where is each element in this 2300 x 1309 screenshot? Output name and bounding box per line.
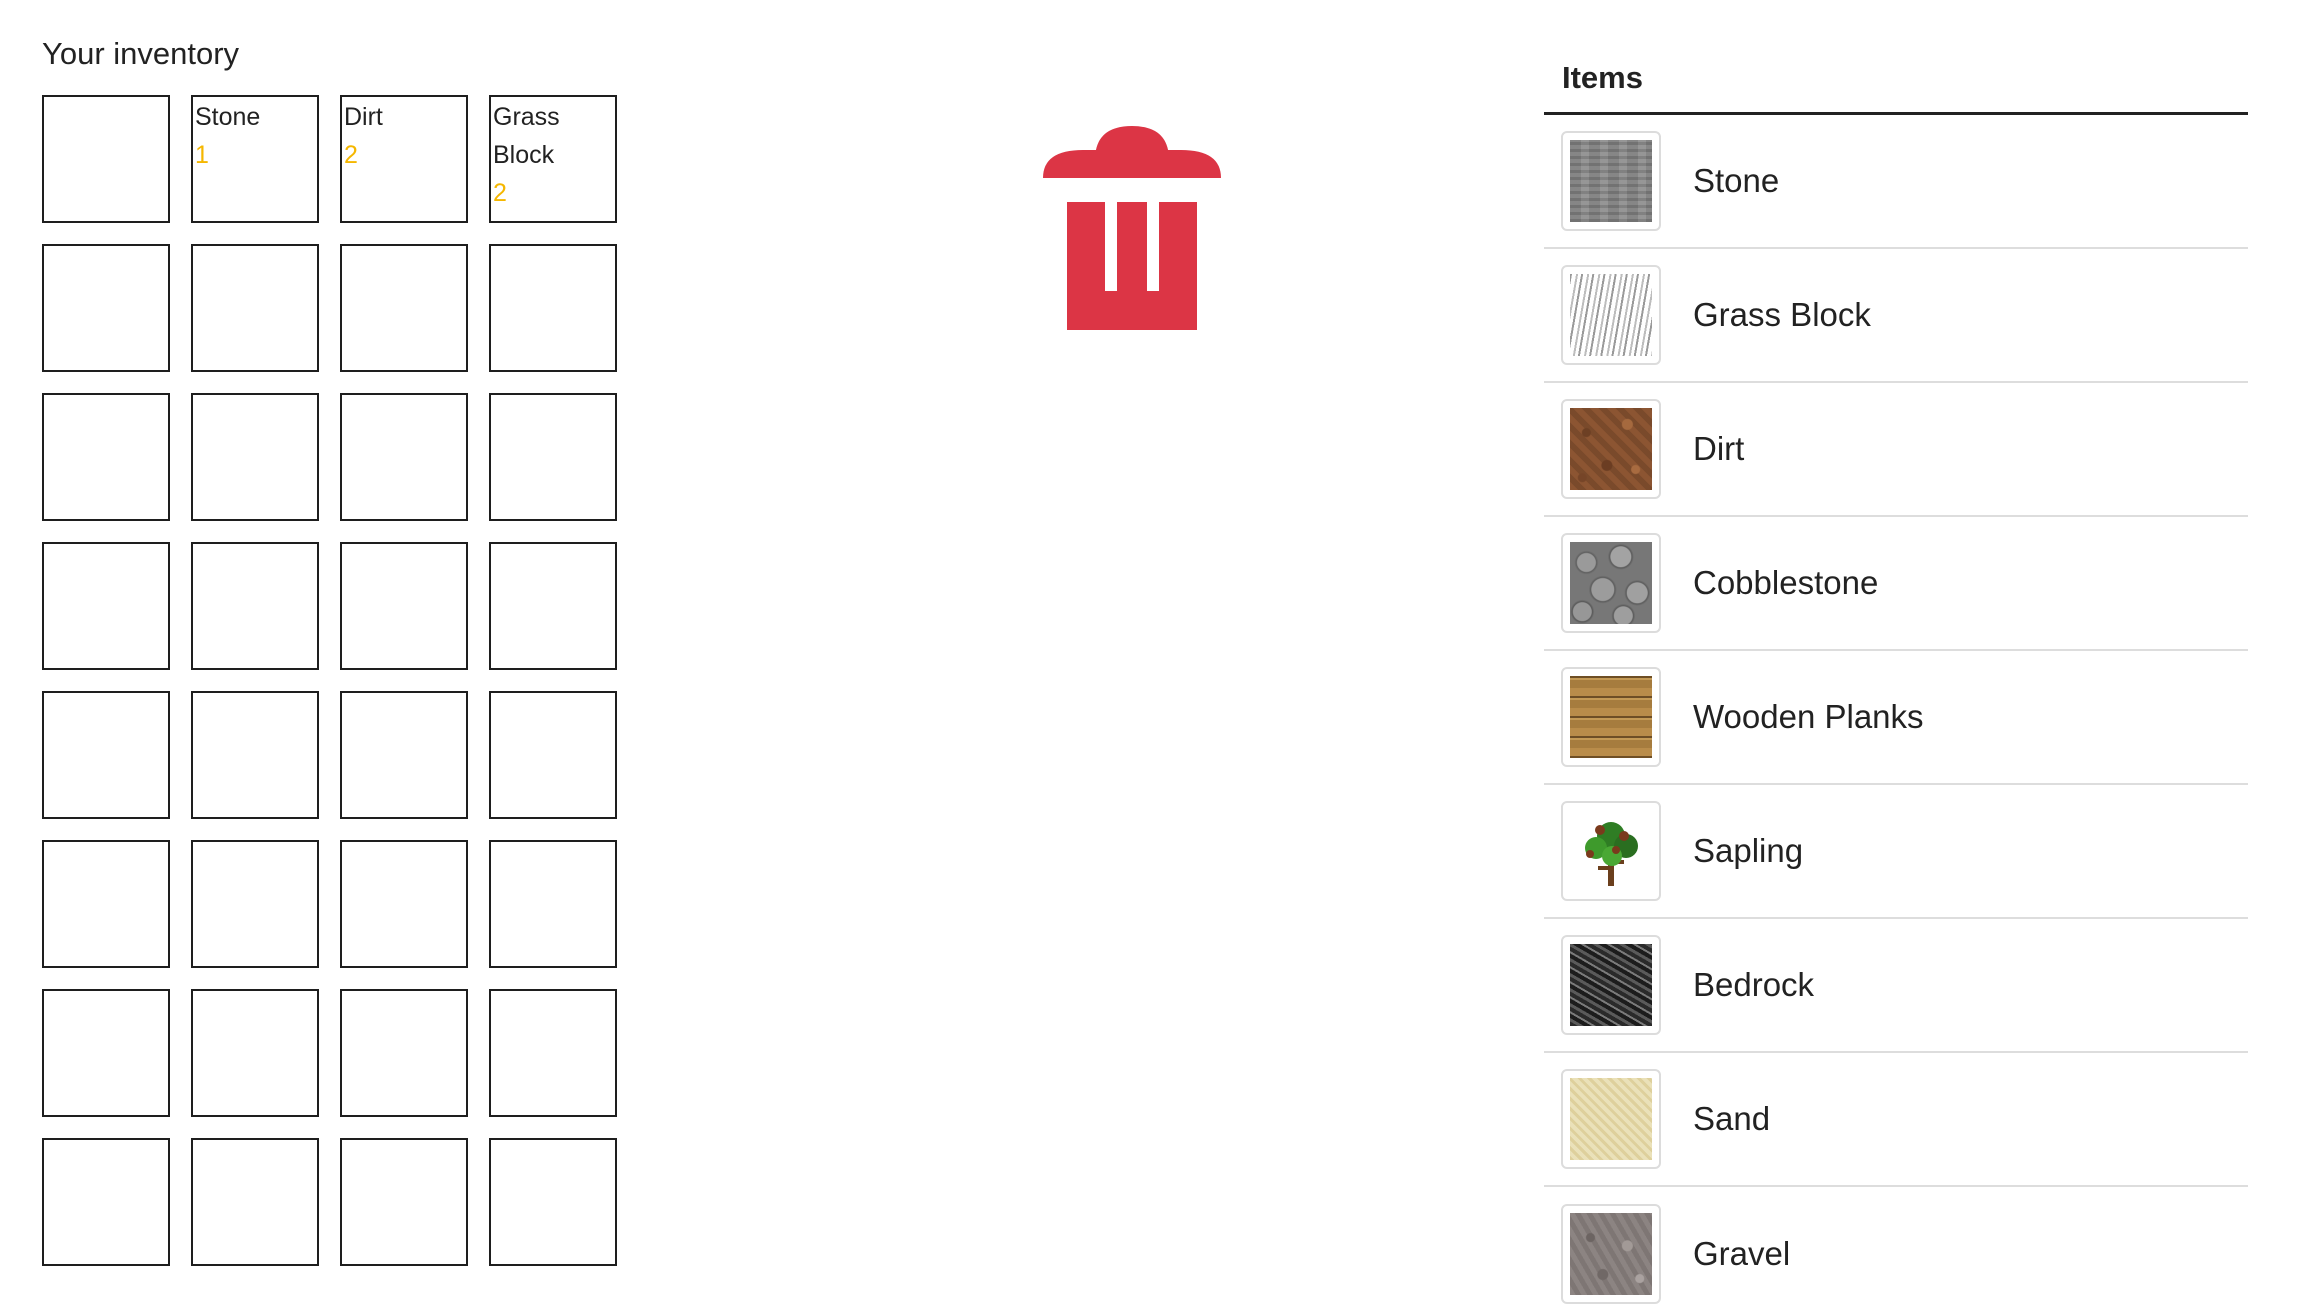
inventory-slot[interactable] bbox=[340, 542, 468, 670]
item-label: Bedrock bbox=[1693, 966, 1815, 1003]
item-label: Sapling bbox=[1693, 832, 1804, 869]
inventory-slot[interactable]: Stone 1 bbox=[191, 95, 319, 223]
item-thumbnail bbox=[1561, 131, 1661, 231]
item-row-gravel[interactable]: Gravel bbox=[1544, 1187, 2248, 1309]
sand-texture-icon bbox=[1570, 1078, 1652, 1160]
inventory-slot[interactable] bbox=[340, 989, 468, 1117]
inventory-grid: Stone 1 Dirt 2 Grass Block 2 bbox=[42, 95, 617, 1266]
dirt-texture-icon bbox=[1570, 408, 1652, 490]
inventory-slot[interactable] bbox=[489, 1138, 617, 1266]
item-row-cobblestone[interactable]: Cobblestone bbox=[1544, 517, 2248, 651]
inventory-slot[interactable] bbox=[489, 840, 617, 968]
inventory-slot[interactable] bbox=[42, 1138, 170, 1266]
inventory-slot[interactable] bbox=[42, 989, 170, 1117]
inventory-slot[interactable] bbox=[191, 989, 319, 1117]
inventory-slot[interactable] bbox=[489, 691, 617, 819]
item-row-dirt[interactable]: Dirt bbox=[1544, 383, 2248, 517]
slot-item-count: 2 bbox=[344, 141, 358, 169]
cobblestone-texture-icon bbox=[1570, 542, 1652, 624]
item-label: Cobblestone bbox=[1693, 564, 1879, 601]
sapling-icon bbox=[1585, 822, 1638, 886]
item-row-sand[interactable]: Sand bbox=[1544, 1053, 2248, 1187]
inventory-slot[interactable] bbox=[191, 244, 319, 372]
item-row-wooden-planks[interactable]: Wooden Planks bbox=[1544, 651, 2248, 785]
item-thumbnail bbox=[1561, 1204, 1661, 1304]
items-header: Items bbox=[1544, 40, 2248, 115]
trash-icon bbox=[1043, 126, 1221, 330]
inventory-slot[interactable] bbox=[42, 244, 170, 372]
item-thumbnail bbox=[1561, 399, 1661, 499]
item-thumbnail bbox=[1561, 265, 1661, 365]
item-label: Dirt bbox=[1693, 430, 1745, 467]
trash-button[interactable] bbox=[1043, 126, 1221, 330]
bedrock-texture-icon bbox=[1570, 944, 1652, 1026]
slot-item-name: Stone bbox=[195, 103, 261, 131]
item-row-grass-block[interactable]: Grass Block bbox=[1544, 249, 2248, 383]
inventory-slot[interactable] bbox=[340, 244, 468, 372]
inventory-slot[interactable] bbox=[340, 691, 468, 819]
slot-item-count: 2 bbox=[493, 179, 507, 207]
grass-block-texture-icon bbox=[1570, 274, 1652, 356]
wooden-planks-texture-icon bbox=[1570, 676, 1652, 758]
inventory-slot[interactable] bbox=[42, 393, 170, 521]
inventory-slot[interactable] bbox=[191, 691, 319, 819]
item-label: Wooden Planks bbox=[1693, 698, 1924, 735]
inventory-slot[interactable] bbox=[489, 542, 617, 670]
item-thumbnail bbox=[1561, 533, 1661, 633]
inventory-slot[interactable] bbox=[340, 393, 468, 521]
item-thumbnail bbox=[1561, 801, 1661, 901]
inventory-title: Your inventory bbox=[42, 36, 240, 71]
slot-item-name: Dirt bbox=[344, 103, 383, 131]
inventory-slot[interactable] bbox=[42, 840, 170, 968]
slot-item-name: Grass Block bbox=[493, 103, 560, 169]
inventory-slot[interactable] bbox=[191, 542, 319, 670]
inventory-slot[interactable] bbox=[42, 542, 170, 670]
item-thumbnail bbox=[1561, 1069, 1661, 1169]
inventory-slot[interactable] bbox=[191, 393, 319, 521]
gravel-texture-icon bbox=[1570, 1213, 1652, 1295]
inventory-slot[interactable] bbox=[489, 989, 617, 1117]
inventory-slot[interactable] bbox=[191, 840, 319, 968]
inventory-slot[interactable] bbox=[191, 1138, 319, 1266]
item-label: Stone bbox=[1693, 162, 1780, 199]
item-thumbnail bbox=[1561, 935, 1661, 1035]
slot-item-count: 1 bbox=[195, 141, 209, 169]
item-row-sapling[interactable]: Sapling bbox=[1544, 785, 2248, 919]
item-label: Gravel bbox=[1693, 1235, 1791, 1272]
items-panel: Items Stone Grass Block Dirt Cobblestone bbox=[1544, 40, 2248, 1309]
item-label: Grass Block bbox=[1693, 296, 1871, 333]
item-label: Sand bbox=[1693, 1100, 1771, 1137]
item-row-stone[interactable]: Stone bbox=[1544, 115, 2248, 249]
inventory-slot[interactable] bbox=[489, 393, 617, 521]
inventory-slot[interactable]: Dirt 2 bbox=[340, 95, 468, 223]
item-row-bedrock[interactable]: Bedrock bbox=[1544, 919, 2248, 1053]
stone-texture-icon bbox=[1570, 140, 1652, 222]
inventory-slot[interactable] bbox=[489, 244, 617, 372]
inventory-slot[interactable] bbox=[340, 840, 468, 968]
inventory-slot[interactable] bbox=[340, 1138, 468, 1266]
item-thumbnail bbox=[1561, 667, 1661, 767]
page: Your inventory Stone 1 Dirt 2 Grass Block 2 I… bbox=[0, 0, 2300, 1309]
inventory-slot[interactable] bbox=[42, 95, 170, 223]
inventory-slot[interactable]: Grass Block 2 bbox=[489, 95, 617, 223]
inventory-slot[interactable] bbox=[42, 691, 170, 819]
